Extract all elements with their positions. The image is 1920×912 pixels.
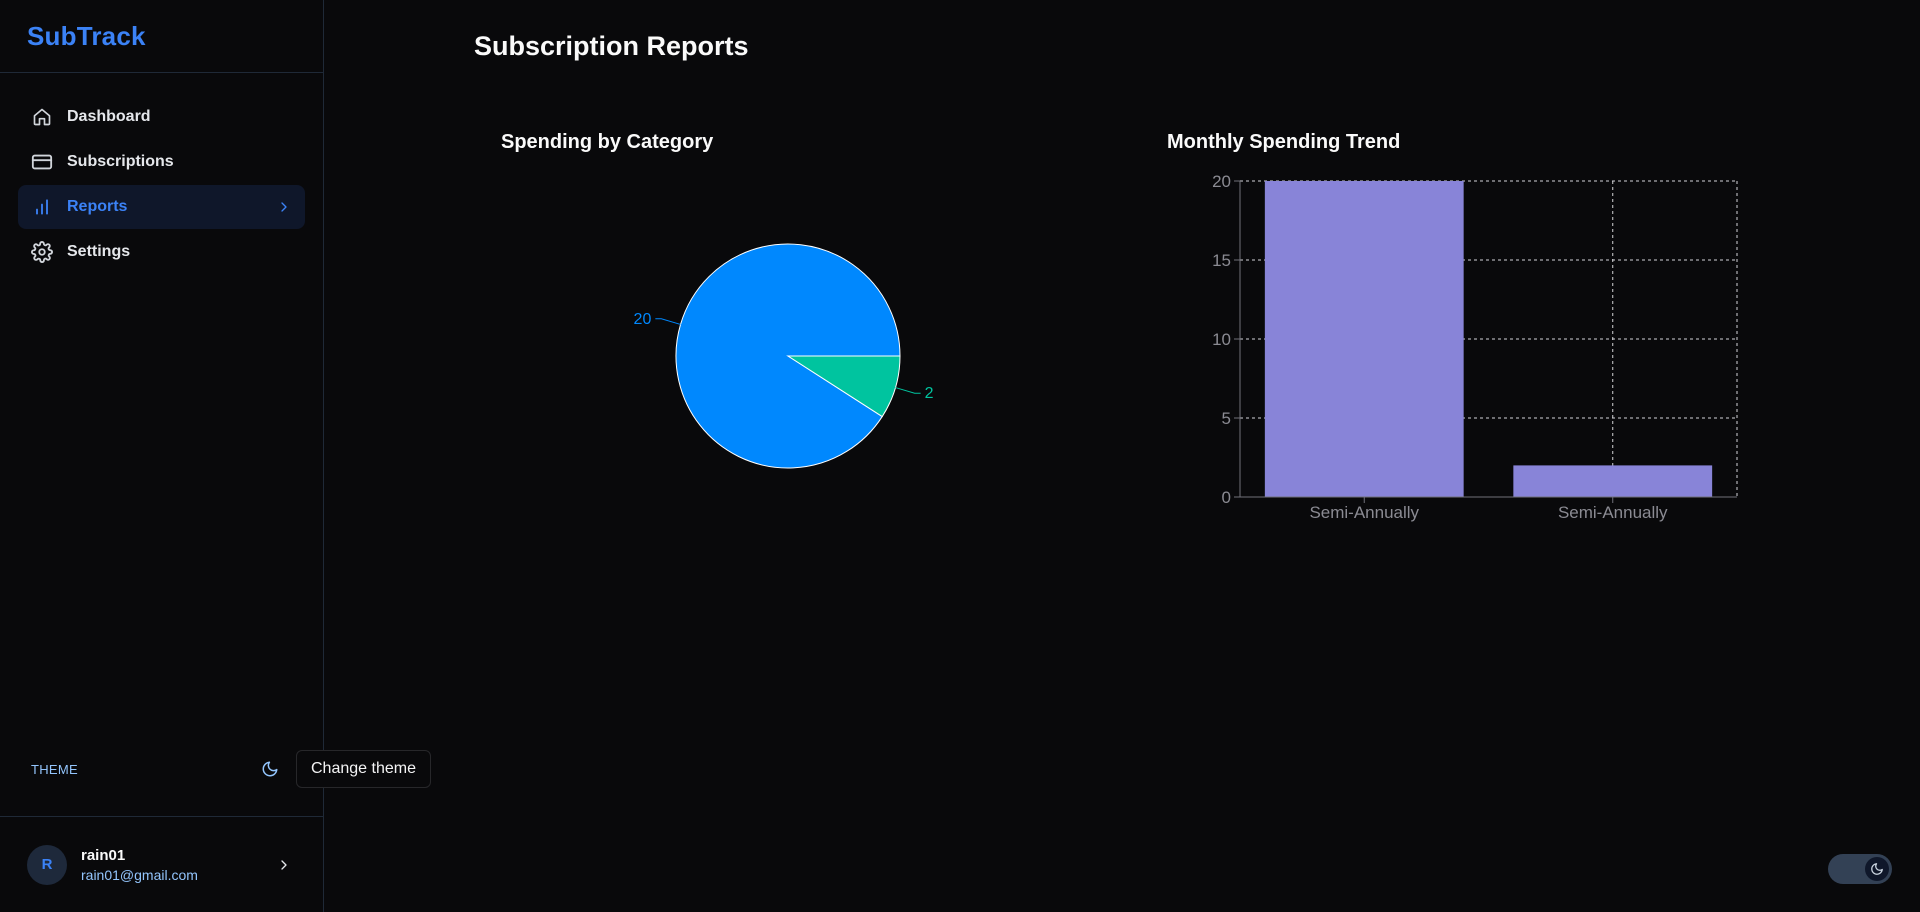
sidebar-item-label: Reports: [67, 198, 128, 215]
theme-toggle[interactable]: [1828, 854, 1892, 884]
avatar: R: [27, 844, 67, 885]
brand-logo[interactable]: SubTrack: [27, 21, 146, 52]
app-root: SubTrack Dashboard Subscriptions Reports: [0, 0, 1920, 912]
chevron-right-icon: [276, 199, 292, 215]
pie-label-line: [895, 387, 921, 394]
sidebar-nav: Dashboard Subscriptions Reports Settings: [0, 73, 323, 274]
bar: [1513, 465, 1713, 497]
sidebar-item-settings[interactable]: Settings: [18, 230, 305, 274]
sidebar-item-reports[interactable]: Reports: [18, 185, 305, 229]
pie-data-label: 20: [634, 311, 652, 328]
pie-data-label: 2: [925, 385, 934, 402]
sidebar-item-dashboard[interactable]: Dashboard: [18, 95, 305, 139]
page-title: Subscription Reports: [474, 31, 749, 61]
bar: [1264, 181, 1464, 497]
y-tick-label: 5: [1222, 409, 1231, 428]
moon-icon: [1865, 857, 1889, 881]
sidebar-item-subscriptions[interactable]: Subscriptions: [18, 140, 305, 184]
user-email: rain01@gmail.com: [81, 866, 198, 883]
sidebar-item-label: Settings: [67, 243, 131, 260]
theme-label: THEME: [31, 761, 78, 777]
theme-tooltip: Change theme: [296, 750, 431, 788]
brand: SubTrack: [0, 0, 323, 73]
y-tick-label: 0: [1222, 488, 1231, 507]
x-tick-label: Semi-Annually: [1558, 503, 1668, 522]
pie-chart-title: Spending by Category: [501, 131, 714, 153]
credit-card-icon: [31, 151, 53, 173]
x-tick-label: Semi-Annually: [1309, 503, 1419, 522]
y-tick-label: 15: [1212, 251, 1231, 270]
user-profile[interactable]: R rain01 rain01@gmail.com: [0, 816, 324, 912]
y-tick-label: 10: [1212, 330, 1231, 349]
pie-label-line: [655, 318, 681, 325]
pie-chart: 20 2: [634, 243, 934, 469]
chevron-right-icon[interactable]: [276, 857, 292, 873]
bar-chart-title: Monthly Spending Trend: [1167, 131, 1401, 153]
bar-chart: 0 5 10 15 20 Semi-Annually Semi-Annually: [1212, 172, 1738, 522]
user-info: rain01 rain01@gmail.com: [81, 847, 276, 883]
bar-chart-icon: [31, 196, 53, 218]
theme-row: THEME: [31, 755, 281, 783]
user-name: rain01: [81, 846, 126, 864]
home-icon: [31, 106, 53, 128]
gear-icon: [31, 241, 53, 263]
sidebar-item-label: Dashboard: [67, 108, 151, 125]
sidebar-item-label: Subscriptions: [67, 153, 174, 170]
y-tick-label: 20: [1212, 172, 1231, 191]
moon-icon[interactable]: [259, 758, 281, 780]
sidebar: SubTrack Dashboard Subscriptions Reports: [0, 0, 324, 912]
